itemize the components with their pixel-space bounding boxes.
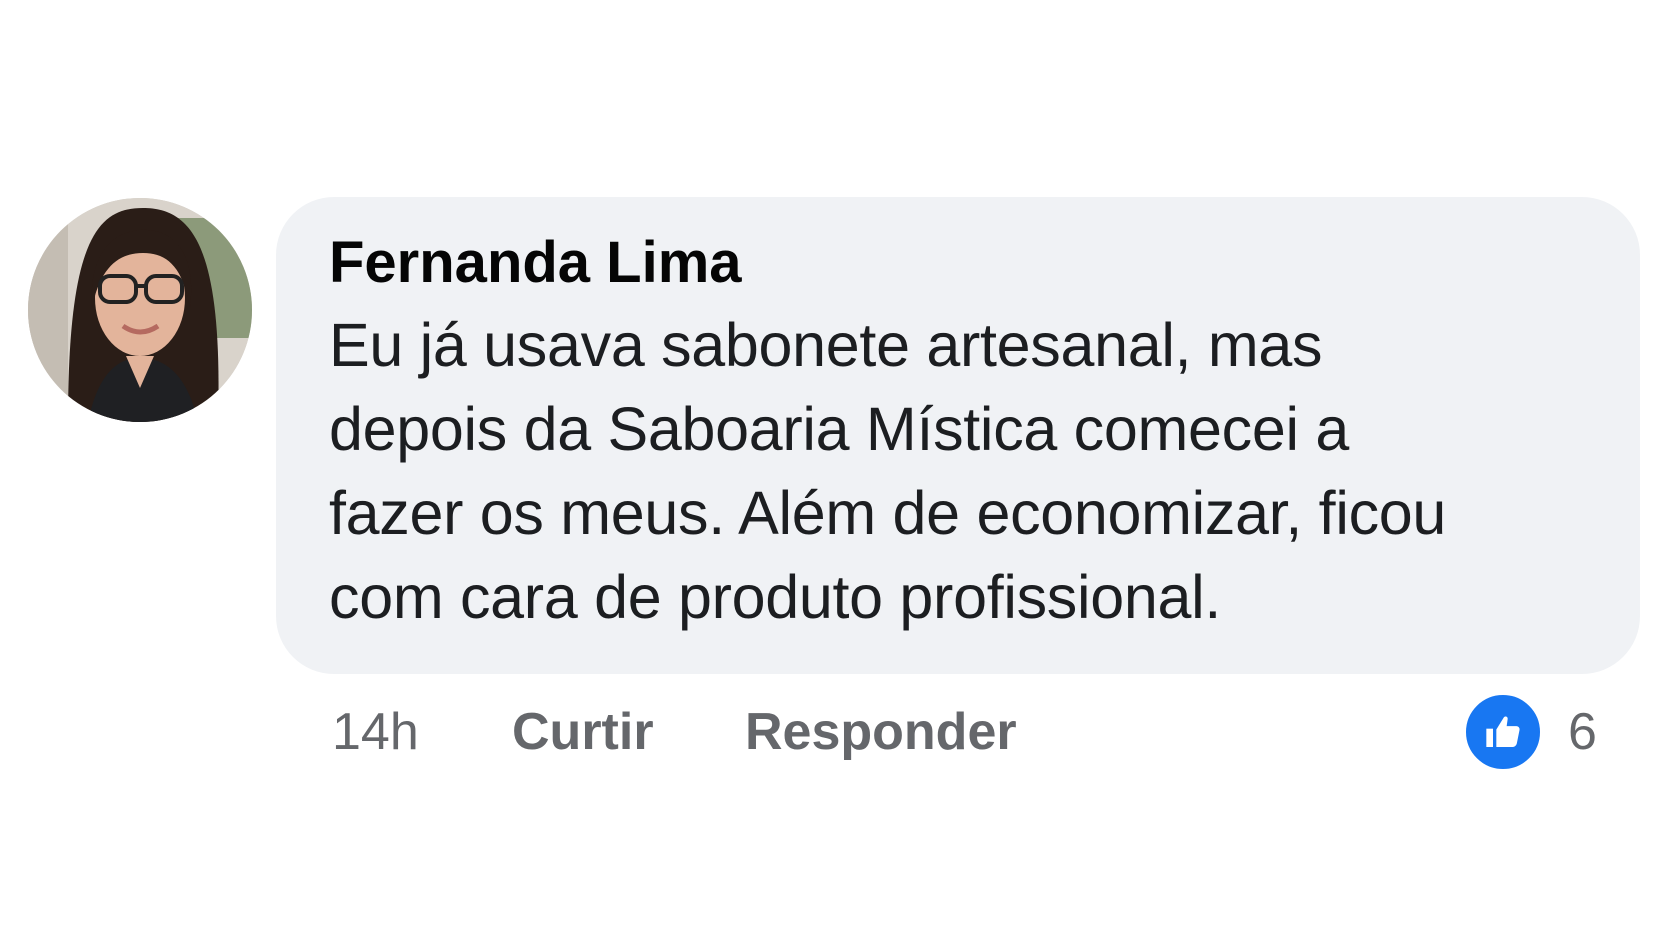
comment-text-line: Eu já usava sabonete artesanal, mas — [329, 311, 1323, 379]
reaction-summary[interactable]: 6 — [1464, 692, 1597, 772]
like-button[interactable]: Curtir — [512, 700, 654, 764]
reply-button[interactable]: Responder — [745, 700, 1017, 764]
comment-bubble: Fernanda Lima Eu já usava sabonete artes… — [276, 197, 1640, 674]
comment: Fernanda Lima Eu já usava sabonete artes… — [0, 0, 1672, 941]
comment-text-line: fazer os meus. Além de economizar, ficou — [329, 479, 1447, 547]
avatar-photo — [28, 198, 252, 422]
comment-timestamp[interactable]: 14h — [332, 700, 419, 764]
avatar[interactable] — [28, 198, 252, 422]
comment-actions: 14h Curtir Responder 6 — [0, 693, 1672, 771]
comment-text-line: com cara de produto profissional. — [329, 563, 1222, 631]
comment-author[interactable]: Fernanda Lima — [329, 231, 1600, 295]
comment-text-line: depois da Saboaria Mística comecei a — [329, 395, 1349, 463]
thumbs-up-icon — [1464, 693, 1542, 771]
reaction-count: 6 — [1568, 703, 1597, 761]
comment-text: Eu já usava sabonete artesanal, mas depo… — [329, 303, 1600, 639]
